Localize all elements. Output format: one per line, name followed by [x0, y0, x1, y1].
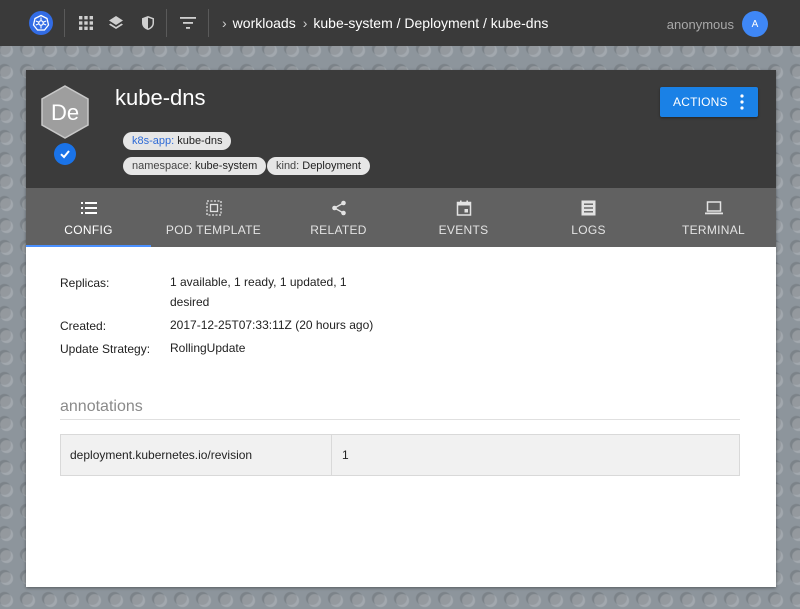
- label-key: k8s-app:: [132, 135, 175, 147]
- layers-icon[interactable]: [106, 13, 126, 33]
- top-bar: › workloads › kube-system / Deployment /…: [0, 0, 800, 46]
- deployment-logo-icon: De: [38, 85, 92, 139]
- annotations-table-row: deployment.kubernetes.io/revision 1: [60, 434, 740, 476]
- more-vert-icon: [740, 94, 744, 110]
- tab-label: TERMINAL: [681, 223, 746, 237]
- tab-label: LOGS: [571, 223, 606, 237]
- breadcrumb: › workloads › kube-system / Deployment /…: [222, 14, 548, 32]
- tab-terminal[interactable]: TERMINAL: [651, 188, 776, 247]
- divider: [166, 9, 167, 37]
- replicas-line-1: 1 available, 1 ready, 1 updated, 1: [170, 275, 347, 289]
- tab-label: EVENTS: [438, 223, 489, 237]
- tab-logs[interactable]: LOGS: [526, 188, 651, 247]
- divider: [208, 9, 209, 37]
- user-name: anonymous: [666, 17, 734, 32]
- calendar-icon: [455, 199, 473, 217]
- kubernetes-logo-icon[interactable]: [29, 11, 53, 35]
- apps-grid-icon[interactable]: [76, 13, 96, 33]
- breadcrumb-workloads[interactable]: workloads: [233, 15, 296, 31]
- template-icon: [205, 199, 223, 217]
- replicas-line-2: desired: [170, 295, 210, 309]
- update-strategy-label: Update Strategy:: [60, 342, 151, 356]
- divider: [64, 9, 65, 37]
- label-value: kube-dns: [177, 135, 223, 147]
- annotations-heading: annotations: [60, 398, 143, 415]
- chevron-right-icon: ›: [302, 15, 308, 31]
- tab-events[interactable]: EVENTS: [401, 188, 526, 247]
- label-key: kind:: [276, 160, 300, 172]
- created-label: Created:: [60, 319, 107, 333]
- label-chip-kind: kind: Deployment: [267, 157, 370, 175]
- avatar[interactable]: A: [742, 11, 768, 37]
- update-strategy-value: RollingUpdate: [170, 341, 246, 355]
- actions-button[interactable]: ACTIONS: [660, 87, 758, 117]
- tab-related[interactable]: RELATED: [276, 188, 401, 247]
- tab-label: CONFIG: [64, 223, 113, 237]
- chevron-right-icon: ›: [222, 15, 227, 31]
- label-value: Deployment: [302, 160, 361, 172]
- deployment-logo-text: De: [51, 100, 79, 125]
- annotation-key: deployment.kubernetes.io/revision: [61, 435, 332, 475]
- divider: [60, 419, 740, 420]
- laptop-icon: [704, 199, 723, 217]
- label-key: namespace:: [132, 160, 192, 172]
- tab-pod-template[interactable]: POD TEMPLATE: [151, 188, 276, 247]
- resource-header: De kube-dns k8s-app: kube-dns namespace:…: [26, 70, 776, 188]
- logs-icon: [580, 199, 598, 217]
- breadcrumb-current: kube-system / Deployment / kube-dns: [313, 15, 549, 31]
- annotation-value: 1: [342, 448, 349, 462]
- label-chip-namespace: namespace: kube-system: [123, 157, 267, 175]
- replicas-label: Replicas:: [60, 276, 110, 290]
- share-icon: [330, 199, 348, 217]
- resource-name: kube-dns: [115, 85, 206, 110]
- created-value: 2017-12-25T07:33:11Z (20 hours ago): [170, 318, 374, 332]
- replicas-value: 1 available, 1 ready, 1 updated, 1 desir…: [170, 272, 347, 312]
- verified-check-icon: [54, 143, 76, 165]
- tab-label: RELATED: [310, 223, 367, 237]
- shield-icon[interactable]: [138, 13, 158, 33]
- filter-icon[interactable]: [178, 13, 198, 33]
- resource-card: De kube-dns k8s-app: kube-dns namespace:…: [26, 70, 776, 587]
- tab-config[interactable]: CONFIG: [26, 188, 151, 247]
- label-value: kube-system: [194, 160, 258, 172]
- list-icon: [80, 199, 98, 217]
- tab-bar: CONFIG POD TEMPLATE RELATED EVENTS LOGS …: [26, 188, 776, 247]
- actions-label: ACTIONS: [673, 95, 728, 109]
- label-chip-k8s-app: k8s-app: kube-dns: [123, 132, 232, 150]
- tab-label: POD TEMPLATE: [165, 223, 262, 237]
